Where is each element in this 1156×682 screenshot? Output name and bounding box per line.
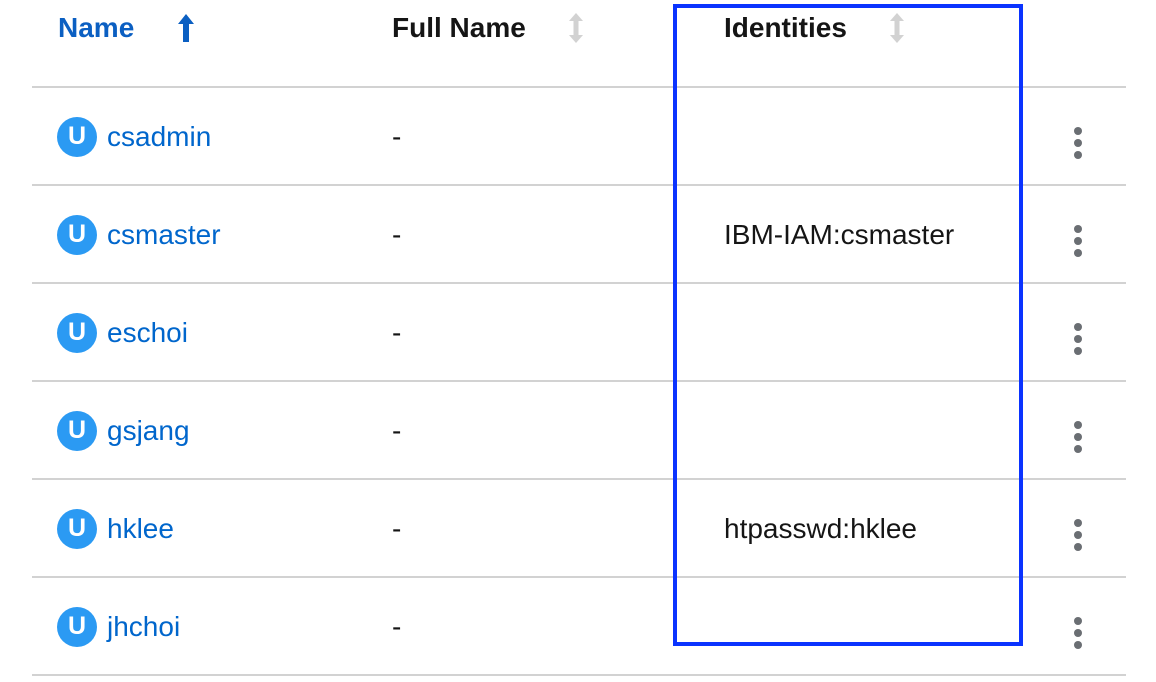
column-header-identities[interactable]: Identities (724, 10, 907, 46)
row-actions-button[interactable] (1064, 186, 1092, 283)
user-name-cell: U csadmin (57, 88, 211, 185)
sort-updown-icon (566, 12, 586, 44)
user-badge-icon: U (57, 214, 97, 255)
user-name-cell: U jhchoi (57, 578, 180, 675)
user-link[interactable]: csmaster (107, 219, 221, 251)
identity-cell: IBM-IAM:csmaster (724, 218, 955, 250)
row-actions-button[interactable] (1064, 284, 1092, 381)
kebab-menu-icon (1074, 605, 1082, 649)
row-actions-button[interactable] (1064, 88, 1092, 185)
user-badge-icon: U (57, 606, 97, 647)
user-link[interactable]: csadmin (107, 121, 211, 153)
user-link[interactable]: eschoi (107, 317, 188, 349)
table-row: U gsjang - (32, 380, 1126, 479)
column-header-name[interactable]: Name (58, 10, 196, 46)
user-badge-icon: U (57, 116, 97, 157)
user-name-cell: U gsjang (57, 382, 190, 479)
full-name-cell: - (392, 512, 402, 544)
arrow-up-icon (176, 12, 196, 44)
table-row: U jhchoi - (32, 576, 1126, 675)
column-header-full-name[interactable]: Full Name (392, 10, 586, 46)
column-header-full-name-label: Full Name (392, 12, 526, 43)
user-name-cell: U csmaster (57, 186, 221, 283)
sort-updown-icon (887, 12, 907, 44)
table-bottom-divider (32, 674, 1126, 676)
column-header-identities-label: Identities (724, 12, 847, 43)
kebab-menu-icon (1074, 409, 1082, 453)
table-row: U hklee - htpasswd:hklee (32, 478, 1126, 577)
column-header-name-label: Name (58, 12, 135, 43)
user-name-cell: U eschoi (57, 284, 188, 381)
identity-cell: htpasswd:hklee (724, 512, 918, 544)
user-name-cell: U hklee (57, 480, 174, 577)
user-link[interactable]: hklee (107, 513, 174, 545)
user-link[interactable]: gsjang (107, 415, 190, 447)
table-row: U csadmin - (32, 86, 1126, 185)
table-header-row: Name Full Name Identities (0, 0, 1156, 88)
full-name-cell: - (392, 414, 402, 446)
user-link[interactable]: jhchoi (107, 611, 180, 643)
kebab-menu-icon (1074, 213, 1082, 257)
row-actions-button[interactable] (1064, 578, 1092, 675)
user-badge-icon: U (57, 508, 97, 549)
full-name-cell: - (392, 218, 402, 250)
kebab-menu-icon (1074, 115, 1082, 159)
users-table: Name Full Name Identities U csadmin - U … (0, 0, 1156, 682)
kebab-menu-icon (1074, 507, 1082, 551)
row-actions-button[interactable] (1064, 382, 1092, 479)
user-badge-icon: U (57, 410, 97, 451)
full-name-cell: - (392, 316, 402, 348)
table-row: U eschoi - (32, 282, 1126, 381)
full-name-cell: - (392, 120, 402, 152)
table-row: U csmaster - IBM-IAM:csmaster (32, 184, 1126, 283)
user-badge-icon: U (57, 312, 97, 353)
full-name-cell: - (392, 610, 402, 642)
kebab-menu-icon (1074, 311, 1082, 355)
row-actions-button[interactable] (1064, 480, 1092, 577)
